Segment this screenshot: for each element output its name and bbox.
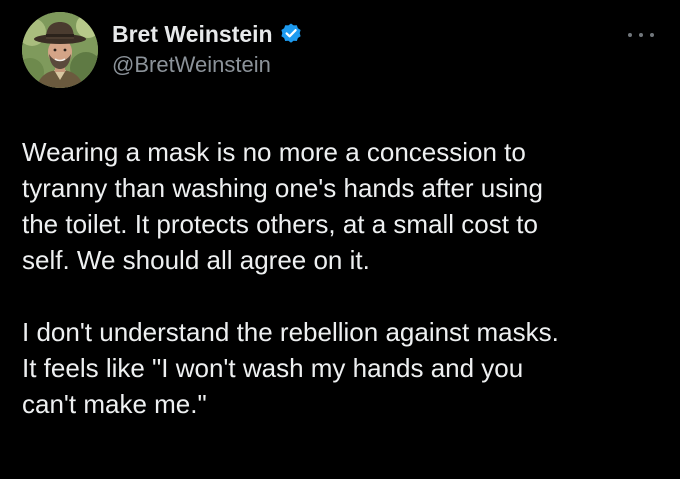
tweet-paragraph: Wearing a mask is no more a concession t… (22, 137, 543, 275)
tweet-text: Wearing a mask is no more a concession t… (22, 134, 672, 422)
tweet-paragraph: I don't understand the rebellion against… (22, 317, 559, 419)
more-dot (639, 33, 643, 37)
more-options-icon[interactable] (628, 30, 654, 40)
profile-photo-avatar (22, 12, 98, 88)
more-dot (650, 33, 654, 37)
tweet-card: Bret Weinstein @BretWeinstein Wearing a … (0, 0, 680, 479)
more-dot (628, 33, 632, 37)
avatar[interactable] (22, 12, 98, 88)
author-display-name[interactable]: Bret Weinstein (112, 21, 273, 48)
verified-badge-icon (279, 22, 303, 46)
author-name-row: Bret Weinstein (112, 18, 303, 50)
author-handle[interactable]: @BretWeinstein (112, 52, 271, 78)
